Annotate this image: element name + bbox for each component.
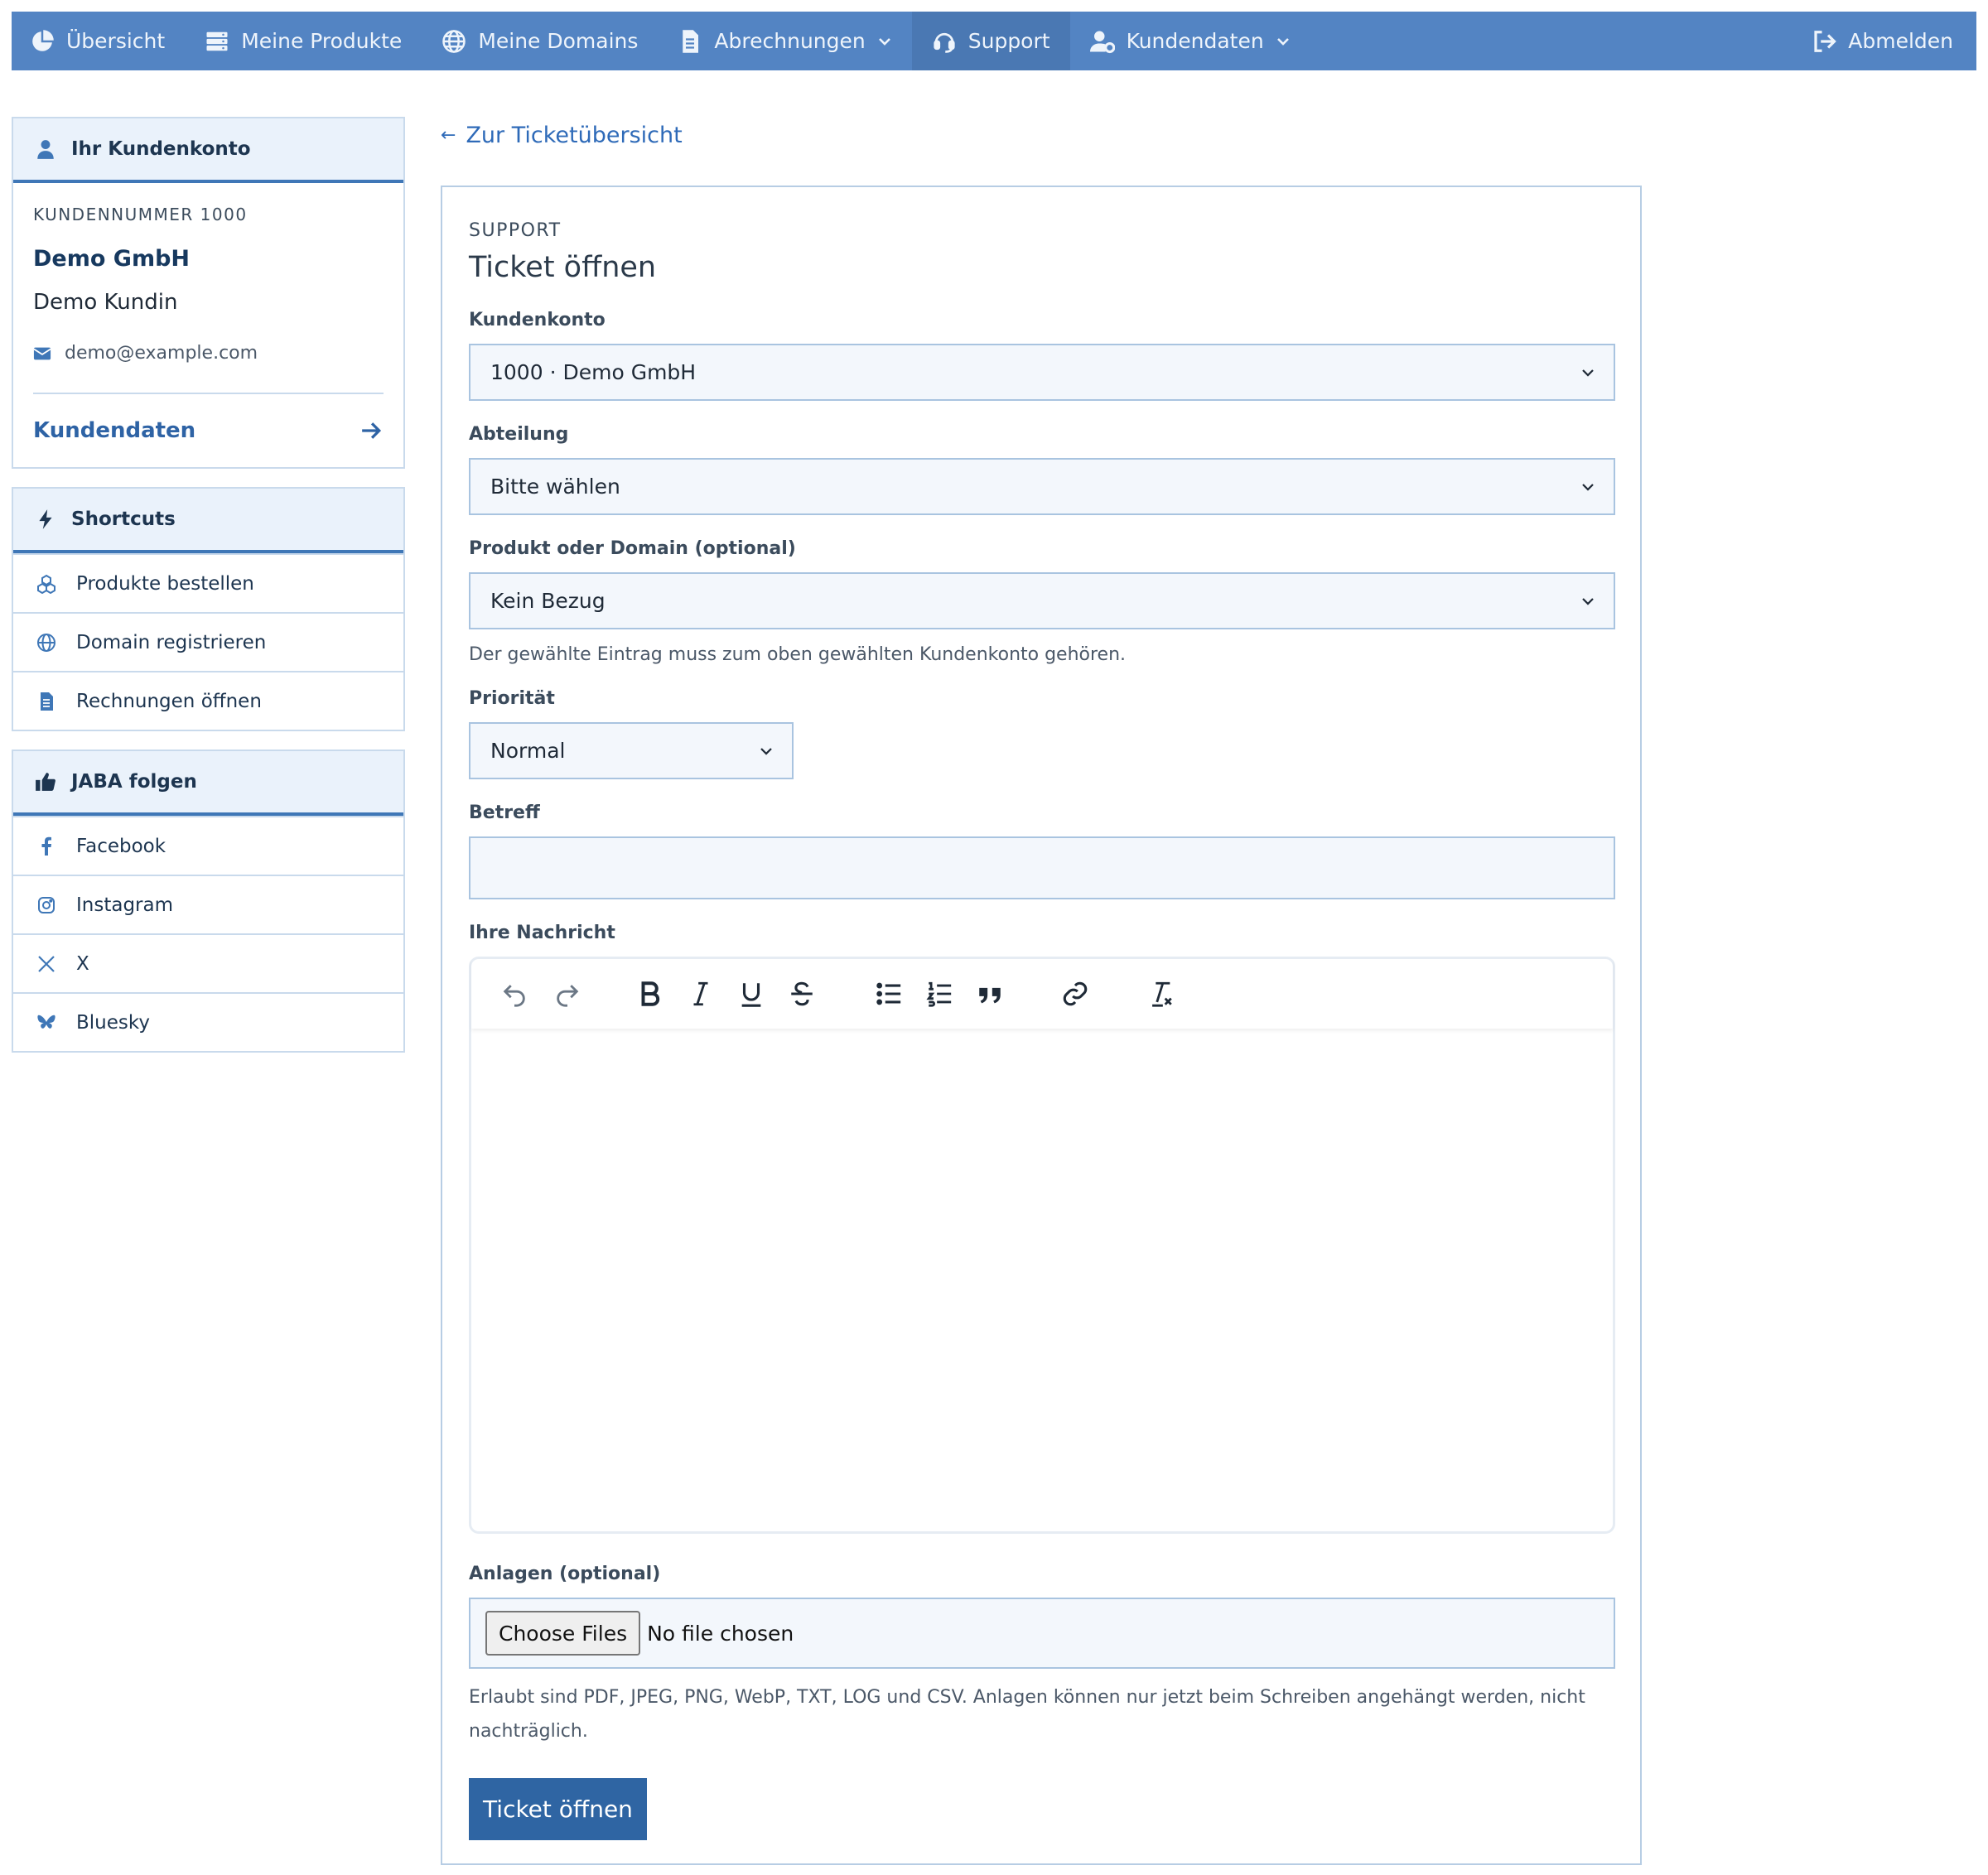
numbered-list-icon [926, 981, 952, 1007]
chevron-down-icon [760, 747, 772, 755]
link-button[interactable] [1060, 979, 1090, 1009]
attachments-label: Anlagen (optional) [469, 1564, 661, 1584]
follow-panel: JABA folgen Facebook Instagram X Bluesky [12, 750, 405, 1053]
server-icon [205, 29, 229, 54]
shortcut-order-products[interactable]: Produkte bestellen [13, 553, 403, 612]
nav-item-domains[interactable]: Meine Domains [422, 12, 658, 70]
back-to-tickets-link[interactable]: ← Zur Ticketübersicht [441, 123, 683, 148]
redo-button[interactable] [552, 979, 582, 1009]
bolt-icon [35, 509, 56, 530]
department-select[interactable]: Bitte wählen [469, 458, 1615, 515]
subject-input[interactable] [469, 836, 1615, 899]
redo-icon [557, 985, 579, 1007]
clear-format-icon [1152, 981, 1172, 1007]
account-label: Kundenkonto [469, 310, 606, 330]
logout-button[interactable]: Abmelden [1792, 12, 1976, 70]
follow-panel-header: JABA folgen [13, 751, 403, 816]
attachments-hint: Erlaubt sind PDF, JPEG, PNG, WebP, TXT, … [469, 1687, 1585, 1742]
chevron-down-icon [1276, 37, 1289, 46]
product-hint: Der gewählte Eintrag muss zum oben gewäh… [469, 644, 1127, 665]
social-facebook[interactable]: Facebook [13, 816, 403, 875]
italic-button[interactable] [686, 979, 716, 1009]
chevron-down-icon [878, 37, 890, 46]
message-label: Ihre Nachricht [469, 923, 615, 943]
contact-name: Demo Kundin [33, 290, 178, 315]
priority-select[interactable]: Normal [469, 722, 794, 779]
file-status: No file chosen [647, 1621, 794, 1646]
headset-icon [932, 29, 957, 54]
product-label: Produkt oder Domain (optional) [469, 538, 796, 559]
submit-ticket-button[interactable]: Ticket öffnen [469, 1778, 647, 1840]
priority-label: Priorität [469, 688, 555, 709]
logout-icon [1812, 29, 1837, 54]
section-kicker: SUPPORT [469, 220, 562, 241]
strikethrough-icon [791, 981, 813, 1006]
numbered-list-button[interactable] [924, 979, 954, 1009]
product-select[interactable]: Kein Bezug [469, 572, 1615, 629]
thumbs-up-icon [35, 771, 56, 793]
link-icon [1063, 981, 1088, 1006]
shortcut-open-invoices[interactable]: Rechnungen öffnen [13, 671, 403, 730]
sidebar: Ihr Kundenkonto KUNDENNUMMER 1000 Demo G… [12, 117, 405, 1071]
quote-icon [979, 987, 1001, 1004]
undo-icon [503, 985, 525, 1007]
choose-files-button[interactable]: Choose Files [485, 1611, 641, 1656]
account-panel: Ihr Kundenkonto KUNDENNUMMER 1000 Demo G… [12, 117, 405, 469]
clear-format-button[interactable] [1146, 979, 1175, 1009]
contact-email: demo@example.com [33, 343, 384, 364]
document-icon [678, 29, 702, 54]
italic-icon [693, 981, 708, 1006]
account-panel-header: Ihr Kundenkonto [13, 118, 403, 183]
chevron-down-icon [1582, 597, 1594, 605]
page-title: Ticket öffnen [469, 251, 657, 284]
department-label: Abteilung [469, 424, 569, 445]
chevron-down-icon [1582, 369, 1594, 377]
nav-item-overview[interactable]: Übersicht [12, 12, 185, 70]
company-name: Demo GmbH [33, 246, 191, 272]
customer-data-link[interactable]: Kundendaten [33, 394, 384, 467]
attachments-input: Choose Files No file chosen [469, 1598, 1615, 1669]
nav-item-customer-data[interactable]: Kundendaten [1070, 12, 1310, 70]
chevron-down-icon [1582, 483, 1594, 491]
envelope-icon [33, 347, 51, 359]
user-icon [35, 138, 56, 160]
instagram-icon [36, 895, 56, 915]
nav-item-products[interactable]: Meine Produkte [185, 12, 422, 70]
shortcuts-panel-header: Shortcuts [13, 489, 403, 553]
chart-pie-icon [30, 29, 55, 54]
bullet-list-button[interactable] [874, 979, 904, 1009]
document-icon [36, 692, 56, 711]
editor-toolbar [471, 959, 1613, 1029]
social-x[interactable]: X [13, 933, 403, 992]
bold-button[interactable] [635, 979, 665, 1009]
ticket-form-card: SUPPORT Ticket öffnen Kundenkonto 1000 ·… [441, 186, 1642, 1865]
bullet-list-icon [876, 982, 901, 1005]
shortcut-register-domain[interactable]: Domain registrieren [13, 612, 403, 671]
underline-button[interactable] [736, 979, 766, 1009]
account-select[interactable]: 1000 · Demo GmbH [469, 344, 1615, 401]
globe-icon [442, 29, 466, 54]
underline-icon [741, 983, 761, 1007]
cubes-icon [36, 574, 56, 594]
nav-item-support[interactable]: Support [911, 12, 1070, 70]
message-editor[interactable] [469, 957, 1615, 1534]
arrow-left-icon: ← [441, 125, 456, 146]
customer-number: KUNDENNUMMER 1000 [33, 205, 248, 224]
social-instagram[interactable]: Instagram [13, 875, 403, 933]
user-gear-icon [1089, 29, 1115, 54]
x-logo-icon [36, 954, 56, 974]
butterfly-icon [36, 1013, 56, 1033]
arrow-right-icon [362, 422, 382, 439]
blockquote-button[interactable] [975, 979, 1005, 1009]
subject-label: Betreff [469, 803, 540, 823]
shortcuts-panel: Shortcuts Produkte bestellen Domain regi… [12, 487, 405, 731]
strikethrough-button[interactable] [787, 979, 817, 1009]
top-navigation: Übersicht Meine Produkte Meine Domains A… [12, 12, 1976, 70]
facebook-icon [36, 836, 56, 856]
nav-item-billing[interactable]: Abrechnungen [658, 12, 911, 70]
social-bluesky[interactable]: Bluesky [13, 992, 403, 1051]
bold-icon [641, 981, 660, 1006]
undo-button[interactable] [499, 979, 529, 1009]
globe-icon [36, 633, 56, 653]
